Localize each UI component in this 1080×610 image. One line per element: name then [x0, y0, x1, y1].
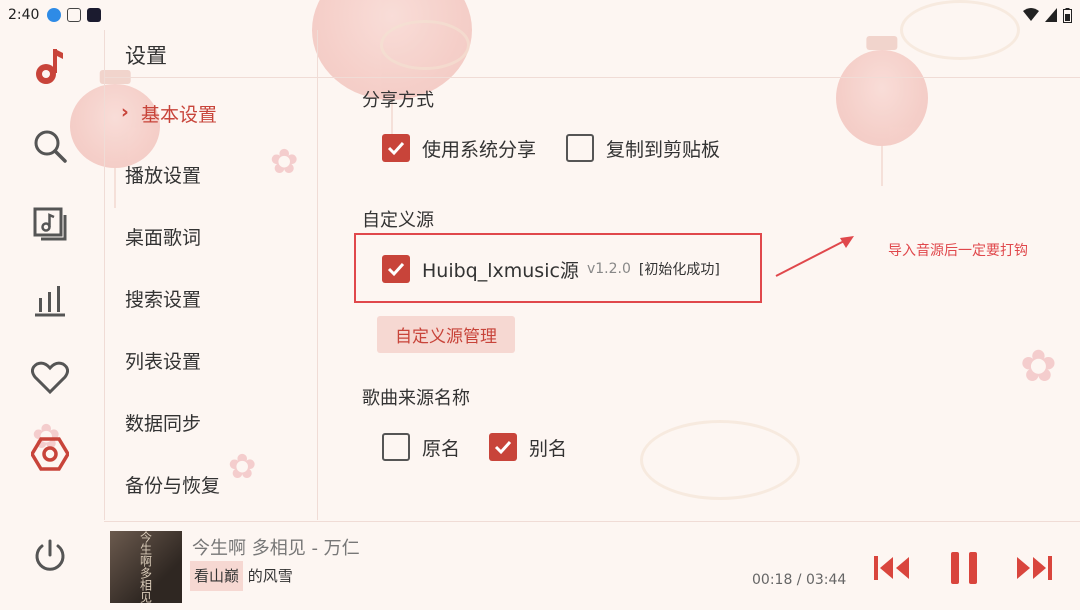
source-name-title: 歌曲来源名称	[362, 388, 470, 409]
checkbox-checked-icon[interactable]	[382, 134, 410, 162]
icon-rail	[0, 30, 103, 610]
custom-source-item[interactable]: Huibq_lxmusic源 v1.2.0 [初始化成功]	[382, 255, 720, 283]
status-bar: 2:40	[0, 0, 1080, 30]
source-alias-option[interactable]: 别名	[489, 433, 567, 461]
chart-bars-icon[interactable]	[28, 278, 72, 322]
checkbox-checked-icon[interactable]	[382, 255, 410, 283]
annotation-text: 导入音源后一定要打钩	[888, 243, 1028, 259]
nav-item-list[interactable]: 列表设置	[125, 347, 201, 374]
checkbox-unchecked-icon[interactable]	[382, 433, 410, 461]
nav-item-search[interactable]: 搜索设置	[125, 285, 201, 312]
settings-content: 分享方式 使用系统分享 复制到剪贴板 自定义源 Huibq_lxmusic源 v…	[318, 78, 1080, 520]
share-system-option[interactable]: 使用系统分享	[382, 134, 536, 162]
signal-icon	[1045, 8, 1057, 22]
status-time: 2:40	[8, 7, 40, 23]
previous-track-icon[interactable]	[872, 550, 912, 586]
wifi-icon	[1023, 8, 1039, 21]
checkbox-unchecked-icon[interactable]	[566, 134, 594, 162]
nav-item-playback[interactable]: 播放设置	[125, 161, 201, 188]
share-clipboard-option[interactable]: 复制到剪贴板	[566, 134, 720, 162]
chevron-right-icon: ›	[121, 101, 129, 123]
player-bar: 今生啊多相见 今生啊 多相见 - 万仁 看山巅 的风雪 00:18 / 03:4…	[104, 521, 1080, 610]
settings-nav: 设置 › 基本设置 播放设置 桌面歌词 搜索设置 列表设置 数据同步 备份与恢复	[104, 30, 318, 520]
source-version: v1.2.0	[586, 261, 631, 277]
source-name: Huibq_lxmusic源	[422, 259, 579, 282]
nav-item-sync[interactable]: 数据同步	[125, 409, 201, 436]
nav-item-basic[interactable]: › 基本设置	[121, 100, 217, 127]
checkbox-checked-icon[interactable]	[489, 433, 517, 461]
download-icon	[47, 8, 62, 22]
pause-icon[interactable]	[944, 550, 984, 586]
custom-source-title: 自定义源	[362, 210, 434, 231]
next-track-icon[interactable]	[1014, 550, 1054, 586]
annotation-arrow-icon	[775, 236, 854, 277]
battery-icon	[1063, 7, 1072, 23]
lyric-rest: 的风雪	[243, 567, 293, 585]
lyric-highlight: 看山巅	[190, 561, 244, 591]
custom-source-manage-button[interactable]: 自定义源管理	[377, 316, 515, 353]
music-note-icon[interactable]	[28, 44, 72, 88]
app-notification-icon	[87, 8, 102, 22]
album-cover[interactable]: 今生啊多相见	[110, 531, 182, 603]
settings-hexagon-icon[interactable]	[28, 432, 72, 476]
power-icon[interactable]	[28, 534, 72, 578]
source-original-name-option[interactable]: 原名	[382, 433, 460, 461]
current-lyric: 看山巅 的风雪	[190, 561, 293, 591]
page-title: 设置	[125, 44, 167, 68]
cube-icon	[67, 8, 82, 22]
heart-icon[interactable]	[28, 356, 72, 400]
share-section-title: 分享方式	[362, 90, 434, 111]
source-status: [初始化成功]	[638, 262, 720, 278]
nav-item-desktop-lyrics[interactable]: 桌面歌词	[125, 223, 201, 250]
search-icon[interactable]	[28, 124, 72, 168]
music-library-icon[interactable]	[28, 202, 72, 246]
playback-time: 00:18 / 03:44	[752, 572, 847, 588]
nav-item-backup[interactable]: 备份与恢复	[125, 471, 220, 498]
song-title[interactable]: 今生啊 多相见 - 万仁	[192, 534, 360, 560]
